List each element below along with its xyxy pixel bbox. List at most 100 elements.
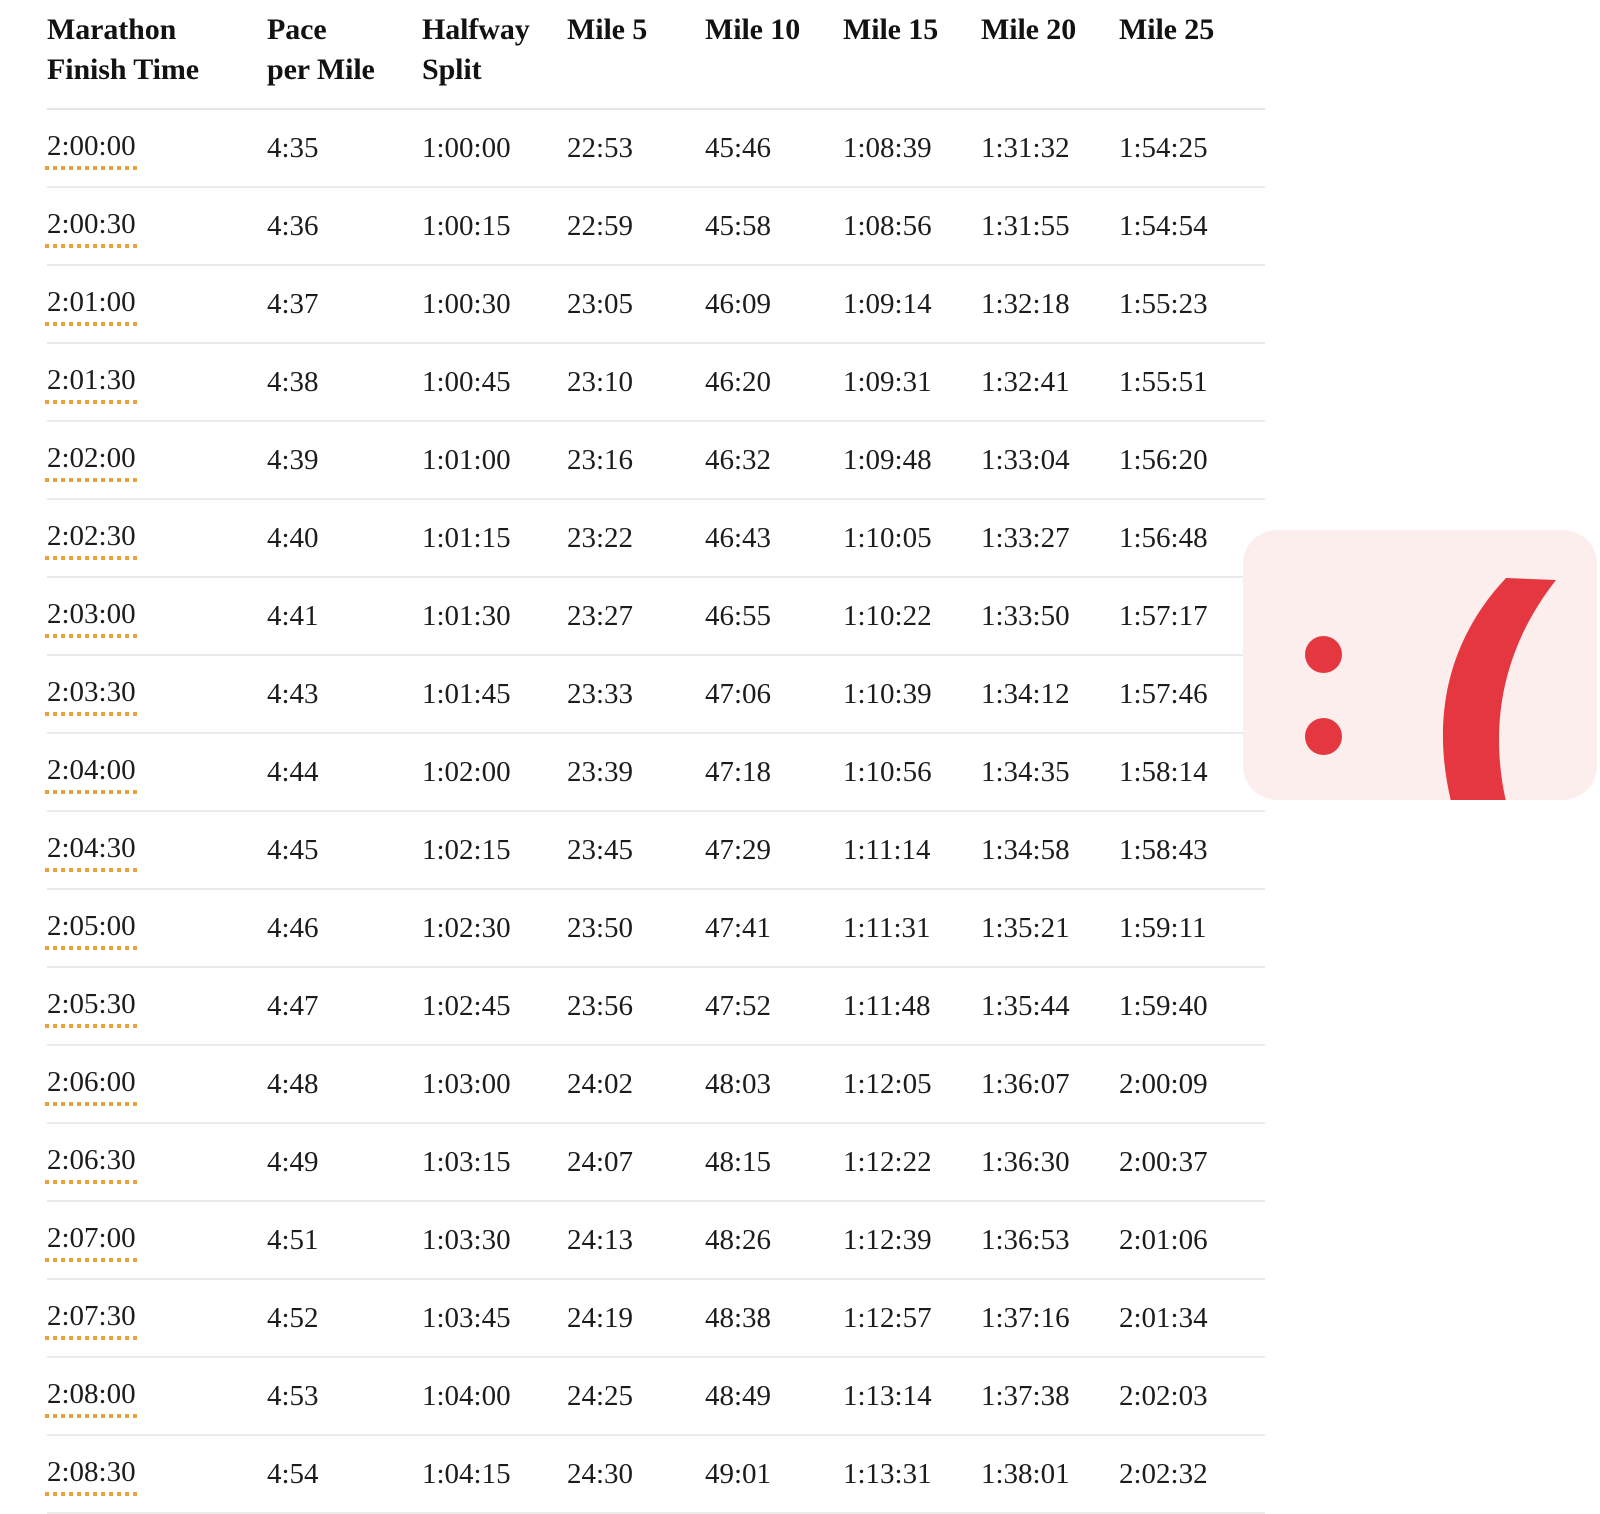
table-row: 2:07:30 4:52 1:03:45 24:19 48:38 1:12:57 1:37:… — [45, 1279, 1265, 1359]
cell-halfway: 1:04:00 — [422, 1357, 567, 1437]
cell-mile5: 24:13 — [567, 1201, 705, 1281]
table-row: 2:02:30 4:40 1:01:15 23:22 46:43 1:10:05 1:33:… — [45, 499, 1265, 579]
cell-mile5: 23:10 — [567, 343, 705, 423]
finish-time-value: 2:04:30 — [45, 832, 141, 873]
cell-pace: 4:36 — [267, 187, 422, 267]
cell-mile20: 1:31:32 — [981, 109, 1119, 189]
table-row: 2:00:30 4:36 1:00:15 22:59 45:58 1:08:56 1:31:… — [45, 187, 1265, 267]
cell-mile20: 1:34:58 — [981, 811, 1119, 891]
column-header-mile25: Mile 25 — [1119, 0, 1265, 111]
cell-mile10: 47:06 — [705, 655, 843, 735]
cell-pace: 4:41 — [267, 577, 422, 657]
cell-mile25: 2:02:32 — [1119, 1435, 1265, 1514]
column-header-mile20: Mile 20 — [981, 0, 1119, 111]
sad-face-curve-icon — [1388, 574, 1588, 800]
cell-pace: 4:53 — [267, 1357, 422, 1437]
column-header-pace: Pace per Mile — [267, 0, 422, 111]
cell-mile20: 1:34:12 — [981, 655, 1119, 735]
cell-mile15: 1:10:56 — [843, 733, 981, 813]
cell-mile25: 1:58:43 — [1119, 811, 1265, 891]
cell-mile10: 48:03 — [705, 1045, 843, 1125]
table-body: 2:00:00 4:35 1:00:00 22:53 45:46 1:08:39 1:31:… — [45, 109, 1265, 1514]
cell-mile10: 46:43 — [705, 499, 843, 579]
cell-mile5: 24:19 — [567, 1279, 705, 1359]
cell-mile15: 1:12:05 — [843, 1045, 981, 1125]
cell-mile25: 1:54:25 — [1119, 109, 1265, 189]
table-row: 2:03:00 4:41 1:01:30 23:27 46:55 1:10:22 1:33:… — [45, 577, 1265, 657]
cell-mile20: 1:38:01 — [981, 1435, 1119, 1514]
cell-pace: 4:38 — [267, 343, 422, 423]
cell-mile20: 1:36:07 — [981, 1045, 1119, 1125]
cell-mile15: 1:11:14 — [843, 811, 981, 891]
cell-mile15: 1:09:48 — [843, 421, 981, 501]
cell-mile5: 22:59 — [567, 187, 705, 267]
cell-pace: 4:39 — [267, 421, 422, 501]
cell-halfway: 1:04:15 — [422, 1435, 567, 1514]
pace-chart-container: Marathon Finish Time Pace per Mile Halfway… — [45, 0, 1265, 1514]
cell-pace: 4:47 — [267, 967, 422, 1047]
cell-pace: 4:52 — [267, 1279, 422, 1359]
cell-mile15: 1:08:56 — [843, 187, 981, 267]
cell-mile10: 45:46 — [705, 109, 843, 189]
cell-pace: 4:37 — [267, 265, 422, 345]
cell-mile20: 1:35:21 — [981, 889, 1119, 969]
finish-time-value: 2:08:30 — [45, 1456, 141, 1497]
cell-finish-time: 2:02:00 — [45, 421, 267, 501]
cell-mile5: 24:07 — [567, 1123, 705, 1203]
finish-time-value: 2:02:00 — [45, 442, 141, 483]
table-row: 2:08:30 4:54 1:04:15 24:30 49:01 1:13:31 1:38:… — [45, 1435, 1265, 1514]
cell-mile5: 24:02 — [567, 1045, 705, 1125]
cell-halfway: 1:01:15 — [422, 499, 567, 579]
cell-mile25: 2:02:03 — [1119, 1357, 1265, 1437]
finish-time-value: 2:03:30 — [45, 676, 141, 717]
cell-finish-time: 2:04:00 — [45, 733, 267, 813]
cell-finish-time: 2:00:00 — [45, 109, 267, 189]
cell-pace: 4:48 — [267, 1045, 422, 1125]
cell-finish-time: 2:07:30 — [45, 1279, 267, 1359]
sad-face-dot-upper-icon — [1305, 636, 1342, 673]
table-row: 2:06:00 4:48 1:03:00 24:02 48:03 1:12:05 1:36:… — [45, 1045, 1265, 1125]
cell-mile5: 23:39 — [567, 733, 705, 813]
cell-mile5: 24:30 — [567, 1435, 705, 1514]
cell-mile20: 1:37:38 — [981, 1357, 1119, 1437]
finish-time-value: 2:01:30 — [45, 364, 141, 405]
table-row: 2:01:00 4:37 1:00:30 23:05 46:09 1:09:14 1:32:… — [45, 265, 1265, 345]
table-row: 2:04:30 4:45 1:02:15 23:45 47:29 1:11:14 1:34:… — [45, 811, 1265, 891]
cell-finish-time: 2:08:30 — [45, 1435, 267, 1514]
cell-finish-time: 2:02:30 — [45, 499, 267, 579]
finish-time-value: 2:05:00 — [45, 910, 141, 951]
cell-finish-time: 2:07:00 — [45, 1201, 267, 1281]
finish-time-value: 2:07:00 — [45, 1222, 141, 1263]
cell-mile15: 1:11:48 — [843, 967, 981, 1047]
cell-finish-time: 2:04:30 — [45, 811, 267, 891]
cell-mile10: 45:58 — [705, 187, 843, 267]
finish-time-value: 2:00:00 — [45, 130, 141, 171]
cell-mile5: 23:16 — [567, 421, 705, 501]
cell-mile10: 46:20 — [705, 343, 843, 423]
cell-mile25: 1:55:23 — [1119, 265, 1265, 345]
table-row: 2:05:30 4:47 1:02:45 23:56 47:52 1:11:48 1:35:… — [45, 967, 1265, 1047]
cell-mile5: 23:56 — [567, 967, 705, 1047]
cell-mile15: 1:13:31 — [843, 1435, 981, 1514]
cell-mile15: 1:11:31 — [843, 889, 981, 969]
cell-finish-time: 2:03:30 — [45, 655, 267, 735]
cell-finish-time: 2:05:00 — [45, 889, 267, 969]
table-row: 2:04:00 4:44 1:02:00 23:39 47:18 1:10:56 1:34:… — [45, 733, 1265, 813]
cell-mile10: 48:15 — [705, 1123, 843, 1203]
cell-mile10: 46:32 — [705, 421, 843, 501]
finish-time-value: 2:04:00 — [45, 754, 141, 795]
cell-mile15: 1:10:39 — [843, 655, 981, 735]
cell-pace: 4:44 — [267, 733, 422, 813]
table-row: 2:07:00 4:51 1:03:30 24:13 48:26 1:12:39 1:36:… — [45, 1201, 1265, 1281]
cell-finish-time: 2:06:00 — [45, 1045, 267, 1125]
cell-mile15: 1:10:05 — [843, 499, 981, 579]
cell-pace: 4:54 — [267, 1435, 422, 1514]
table-row: 2:08:00 4:53 1:04:00 24:25 48:49 1:13:14 1:37:… — [45, 1357, 1265, 1437]
cell-mile20: 1:36:30 — [981, 1123, 1119, 1203]
table-row: 2:01:30 4:38 1:00:45 23:10 46:20 1:09:31 1:32:… — [45, 343, 1265, 423]
cell-mile10: 48:38 — [705, 1279, 843, 1359]
finish-time-value: 2:08:00 — [45, 1378, 141, 1419]
cell-mile10: 47:18 — [705, 733, 843, 813]
cell-halfway: 1:03:45 — [422, 1279, 567, 1359]
cell-mile20: 1:31:55 — [981, 187, 1119, 267]
